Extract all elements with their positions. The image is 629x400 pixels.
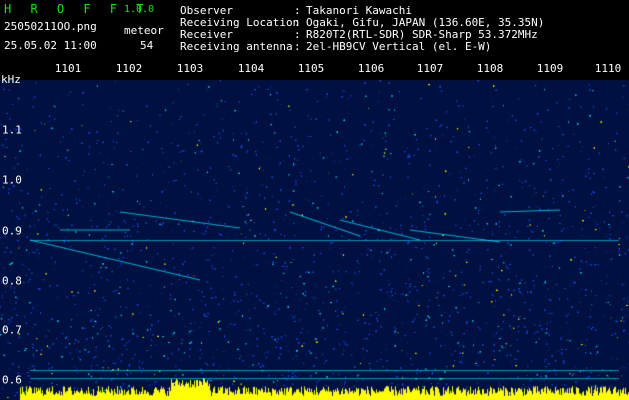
y-tick-label: 0.7 — [2, 323, 22, 337]
app-version: 1.0.0 — [124, 4, 155, 15]
x-tick-label: 1109 — [536, 62, 564, 75]
frequency-unit-label: kHz — [1, 73, 21, 86]
y-tick-label: 1.1 — [2, 123, 22, 137]
meteor-label: meteor — [124, 24, 164, 37]
antenna-value: 2el-HB9CV Vertical (el. E-W) — [306, 40, 492, 53]
x-tick-label: 1108 — [476, 62, 504, 75]
x-tick-label: 1101 — [54, 62, 82, 75]
y-tick-label: 0.9 — [2, 224, 22, 238]
x-tick-label: 1110 — [594, 62, 622, 75]
antenna-label: Receiving antenna — [180, 40, 293, 53]
y-tick-label: 1.0 — [2, 173, 22, 187]
x-tick-label: 1105 — [297, 62, 325, 75]
header-panel: H R O F F T 1.0.0 25050211OO.png 25.05.0… — [0, 0, 629, 60]
y-tick-label: 0.6 — [2, 373, 22, 387]
time-axis: 1101 1102 1103 1104 1105 1106 1107 1108 … — [0, 62, 629, 76]
x-tick-label: 1103 — [176, 62, 204, 75]
antenna-sep: : — [294, 40, 301, 53]
spectrogram-canvas — [0, 80, 629, 400]
file-name: 25050211OO.png — [4, 20, 97, 33]
date-time: 25.05.02 11:00 — [4, 39, 97, 52]
x-tick-label: 1106 — [357, 62, 385, 75]
y-tick-label: 0.8 — [2, 274, 22, 288]
meteor-count: 54 — [140, 39, 154, 52]
x-tick-label: 1102 — [115, 62, 143, 75]
x-tick-label: 1104 — [237, 62, 265, 75]
x-tick-label: 1107 — [416, 62, 444, 75]
